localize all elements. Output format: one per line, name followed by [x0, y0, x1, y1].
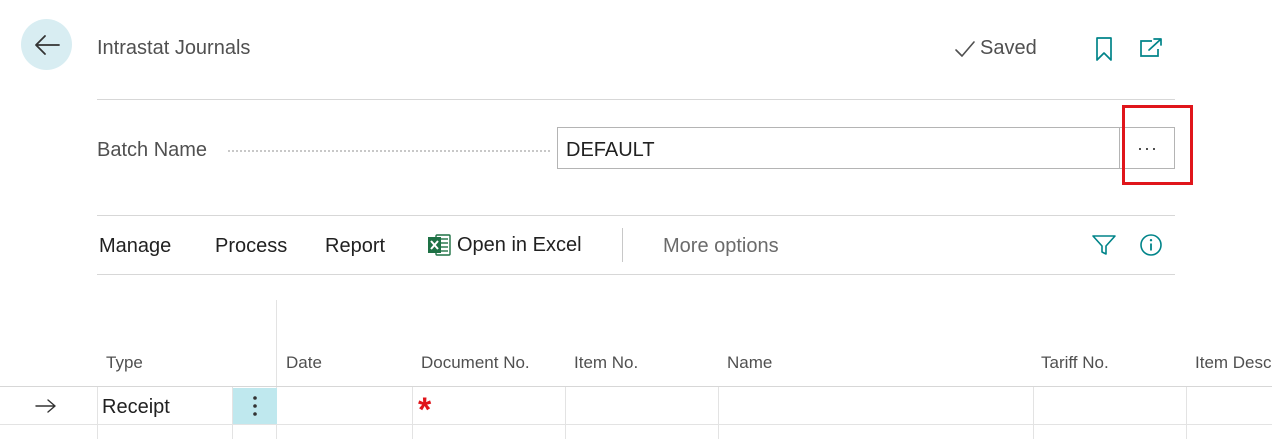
row-actions-button[interactable]: [233, 388, 277, 424]
row-type-cell[interactable]: Receipt: [102, 396, 170, 419]
required-field-marker: *: [418, 391, 432, 429]
column-header-date[interactable]: Date: [286, 353, 322, 373]
header-row-divider: [0, 386, 1272, 387]
more-options-action[interactable]: More options: [663, 235, 779, 258]
open-in-excel-action[interactable]: Open in Excel: [427, 233, 582, 257]
batch-name-value: DEFAULT: [566, 139, 655, 161]
column-header-document-no[interactable]: Document No.: [421, 353, 530, 373]
process-action[interactable]: Process: [215, 235, 287, 258]
column-header-item-description[interactable]: Item Desc: [1195, 353, 1272, 373]
action-separator: [622, 228, 623, 262]
column-header-tariff-no[interactable]: Tariff No.: [1041, 353, 1109, 373]
cell-border: [412, 387, 413, 439]
report-action[interactable]: Report: [325, 235, 385, 258]
bookmark-icon[interactable]: [1094, 36, 1114, 62]
field-divider: [97, 215, 1175, 216]
saved-label: Saved: [980, 37, 1037, 59]
column-header-name[interactable]: Name: [727, 353, 772, 373]
page-title: Intrastat Journals: [97, 37, 251, 59]
column-header-item-no[interactable]: Item No.: [574, 353, 638, 373]
checkmark-icon: [955, 40, 975, 57]
action-bar-divider: [97, 274, 1175, 275]
cell-border: [97, 387, 98, 439]
label-leader-dots: [228, 150, 550, 152]
lookup-button-highlight: [1122, 105, 1193, 185]
current-row-arrow-icon: [35, 399, 56, 413]
filter-icon[interactable]: [1091, 233, 1117, 257]
more-vertical-icon: [253, 396, 257, 416]
back-arrow-icon: [34, 34, 60, 55]
open-in-excel-label: Open in Excel: [457, 233, 582, 256]
batch-name-label: Batch Name: [97, 139, 208, 161]
open-in-new-window-icon[interactable]: [1139, 36, 1165, 60]
excel-icon: [428, 234, 451, 256]
column-header-type[interactable]: Type: [106, 353, 143, 373]
cell-border: [1186, 387, 1187, 439]
info-icon[interactable]: [1139, 233, 1163, 257]
cell-border: [1033, 387, 1034, 439]
manage-action[interactable]: Manage: [99, 235, 171, 258]
back-button[interactable]: [21, 19, 72, 70]
header-divider: [97, 99, 1175, 100]
row-divider: [0, 424, 1272, 425]
cell-border: [565, 387, 566, 439]
cell-border: [718, 387, 719, 439]
saved-status: Saved: [954, 37, 1037, 60]
